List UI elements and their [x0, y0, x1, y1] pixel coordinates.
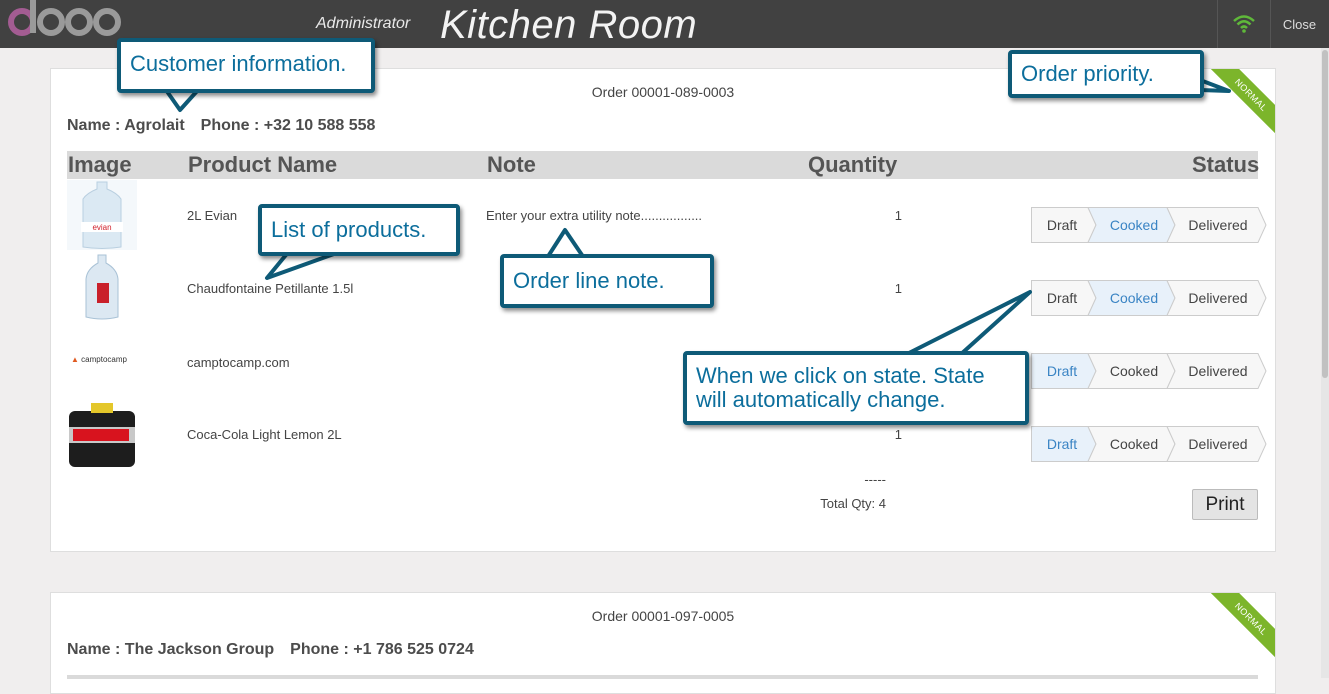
- callout-line-note: Order line note.: [500, 254, 714, 308]
- callout-customer-text: Customer information.: [130, 51, 347, 76]
- callout-products-text: List of products.: [271, 217, 427, 242]
- callout-state-text-1: When we click on state. State: [696, 363, 985, 388]
- callout-note-text: Order line note.: [513, 268, 665, 293]
- callout-product-list: List of products.: [258, 204, 460, 256]
- callout-order-priority: Order priority.: [1008, 50, 1204, 98]
- callout-priority-text: Order priority.: [1021, 61, 1154, 86]
- callout-pointers: [164, 78, 1231, 357]
- callout-state-text-2: will automatically change.: [696, 387, 946, 412]
- callout-state-change: When we click on state. State will autom…: [683, 351, 1029, 425]
- callout-customer-info: Customer information.: [117, 38, 375, 93]
